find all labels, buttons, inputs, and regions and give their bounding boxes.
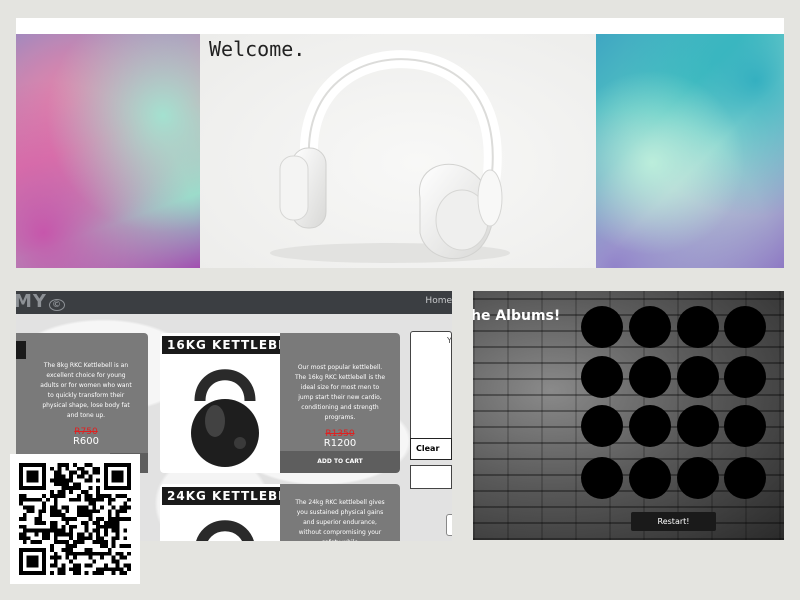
- cart-sidebar-label: Y: [447, 336, 452, 345]
- album-card-12[interactable]: [724, 405, 766, 447]
- album-card-9[interactable]: [581, 405, 623, 447]
- game-title: he Albums!: [473, 308, 561, 324]
- clear-all-button[interactable]: Clear All: [410, 438, 452, 473]
- album-card-14[interactable]: [629, 457, 671, 499]
- welcome-heading: Welcome.: [209, 37, 306, 61]
- album-card-15[interactable]: [677, 457, 719, 499]
- qr-code-image: [19, 463, 131, 575]
- album-card-4[interactable]: [724, 306, 766, 348]
- brand-badge: ©: [48, 299, 65, 311]
- album-card-6[interactable]: [629, 356, 671, 398]
- product-card-24kg: 24KG KETTLEBELL The 24kg RKC kettlebell …: [160, 484, 400, 541]
- album-card-11[interactable]: [677, 405, 719, 447]
- product-description: Our most popular kettlebell. The 16kg RK…: [280, 333, 400, 451]
- headphones-image: [270, 50, 510, 263]
- product-card-8kg: The 8kg RKC Kettlebell is an excellent c…: [16, 333, 148, 473]
- album-card-8[interactable]: [724, 356, 766, 398]
- nav-home-link[interactable]: Home: [425, 296, 452, 306]
- hero-headphones-panel: Welcome.: [200, 34, 596, 268]
- album-card-7[interactable]: [677, 356, 719, 398]
- hero-banner: Welcome.: [16, 34, 784, 268]
- albums-game-panel: he Albums! Restart!: [473, 291, 784, 540]
- album-card-2[interactable]: [629, 306, 671, 348]
- cart-small-box[interactable]: [446, 514, 452, 536]
- card-title-bar: [16, 341, 26, 359]
- kettlebell-16kg-image: [191, 369, 259, 467]
- current-price: R600: [72, 436, 100, 447]
- product-description: The 8kg RKC Kettlebell is an excellent c…: [40, 362, 132, 447]
- restart-button[interactable]: Restart!: [631, 512, 716, 531]
- product-card-16kg: 16KG KETTLEBELL Our most popular kettleb…: [160, 333, 400, 473]
- shop-navbar: MY © Home: [16, 291, 452, 314]
- hero-top-strip: [16, 18, 784, 34]
- album-card-5[interactable]: [581, 356, 623, 398]
- current-price: R1200: [323, 438, 357, 449]
- album-card-13[interactable]: [581, 457, 623, 499]
- album-card-16[interactable]: [724, 457, 766, 499]
- album-card-1[interactable]: [581, 306, 623, 348]
- gradient-right-image: [596, 34, 784, 268]
- album-card-3[interactable]: [677, 306, 719, 348]
- qr-code: [10, 454, 140, 584]
- shop-brand-logo[interactable]: MY ©: [16, 291, 65, 312]
- kettlebell-24kg-image: [196, 520, 254, 541]
- cart-input-box[interactable]: [410, 465, 452, 489]
- gradient-left-image: [16, 34, 200, 268]
- product-description: The 24kg RKC kettlebell gives you sustai…: [280, 484, 400, 541]
- add-to-cart-button[interactable]: ADD TO CART: [280, 451, 400, 473]
- album-card-10[interactable]: [629, 405, 671, 447]
